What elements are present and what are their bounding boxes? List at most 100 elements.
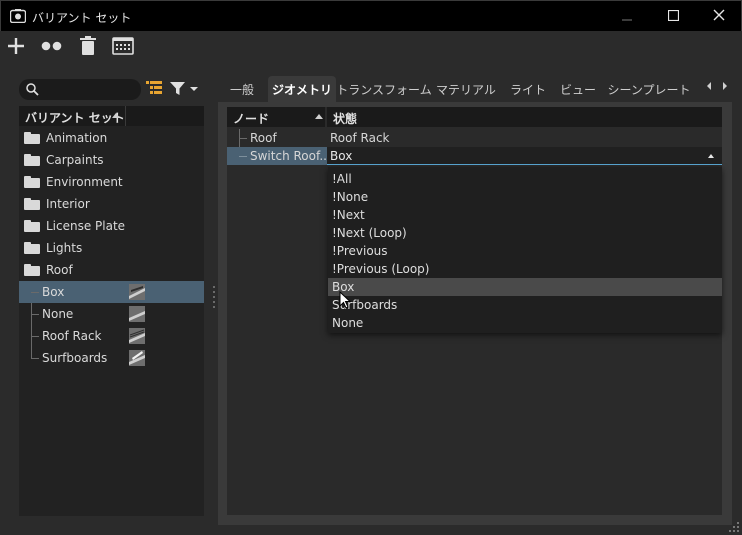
tree-item-label: Interior (46, 197, 90, 211)
tree-view-toggle-icon[interactable] (146, 81, 162, 96)
dropdown-option[interactable]: !Next (Loop) (328, 224, 722, 242)
folder-icon (24, 132, 40, 144)
tree-item-license-plate[interactable]: License Plate (19, 215, 204, 237)
tree-item-label: Box (42, 285, 65, 299)
dropdown-option[interactable]: None (328, 314, 722, 332)
tab-general[interactable]: 一般 (224, 76, 260, 102)
dropdown-option[interactable]: Surfboards (328, 296, 722, 314)
dropdown-option-label: !All (332, 172, 352, 186)
node-cell: Roof (250, 131, 277, 145)
tab-material[interactable]: マテリアル (434, 76, 498, 102)
variant-tree: バリアント セット Animation Carpaints Environmen… (19, 106, 204, 516)
sort-ascending-icon (315, 114, 323, 119)
variant-set-panel: バリアント セット Animation Carpaints Environmen… (17, 76, 204, 516)
chevron-up-icon (708, 154, 714, 158)
variant-set-app-icon (9, 9, 27, 24)
state-dropdown-list: !All !None !Next !Next (Loop) !Previous … (328, 167, 722, 333)
table-row[interactable]: Roof Roof Rack (227, 129, 722, 147)
tree-item-carpaints[interactable]: Carpaints (19, 149, 204, 171)
tree-item-roof-rack[interactable]: Roof Rack (19, 325, 204, 347)
folder-icon (24, 220, 40, 232)
delete-button[interactable] (75, 35, 101, 59)
minimize-icon (622, 10, 632, 24)
tab-scene-plate[interactable]: シーンプレート (607, 76, 690, 102)
tree-branch-line (31, 314, 39, 315)
dropdown-option-label: None (332, 316, 364, 330)
tree-item-box[interactable]: Box (19, 281, 204, 303)
tree-item-surfboards[interactable]: Surfboards (19, 347, 204, 369)
folder-icon (24, 242, 40, 254)
state-select[interactable]: Box (327, 147, 722, 165)
column-header-label: 状態 (333, 112, 358, 126)
mouse-cursor-icon (339, 290, 352, 309)
tree-branch-line (31, 336, 39, 337)
variant-thumbnail-icon (129, 306, 145, 322)
tree-item-label: Carpaints (46, 153, 104, 167)
tree-item-none[interactable]: None (19, 303, 204, 325)
tree-item-lights[interactable]: Lights (19, 237, 204, 259)
tree-item-label: Surfboards (42, 351, 108, 365)
tab-light[interactable]: ライト (508, 76, 548, 102)
variant-thumbnail-icon (129, 328, 145, 344)
sort-ascending-icon (112, 113, 120, 118)
dropdown-option-label: !Next (332, 208, 365, 222)
calendar-grid-button[interactable] (110, 35, 136, 59)
tree-item-environment[interactable]: Environment (19, 171, 204, 193)
dropdown-option[interactable]: !All (328, 170, 722, 188)
tab-view[interactable]: ビュー (558, 76, 598, 102)
tree-item-label: Lights (46, 241, 83, 255)
tree-item-roof[interactable]: Roof (19, 259, 204, 281)
variant-thumbnail-icon (129, 350, 145, 366)
maximize-icon (667, 9, 679, 24)
dropdown-option[interactable]: !None (328, 188, 722, 206)
close-button[interactable] (696, 1, 742, 32)
column-header-state[interactable]: 状態 (327, 107, 722, 127)
search-icon (26, 83, 39, 96)
dropdown-option-label: !Next (Loop) (332, 226, 407, 240)
tab-transform[interactable]: トランスフォーム (336, 76, 431, 102)
filter-icon[interactable] (170, 81, 200, 96)
tree-item-label: Roof (46, 263, 73, 277)
tree-branch-line (239, 138, 247, 139)
dropdown-option[interactable]: !Previous (Loop) (328, 260, 722, 278)
maximize-button[interactable] (650, 1, 696, 32)
window-title: バリアント セット (32, 11, 132, 25)
dropdown-option-label: !Previous (Loop) (332, 262, 430, 276)
panel-splitter[interactable] (213, 286, 216, 308)
resize-grip-icon[interactable] (728, 521, 740, 533)
tree-column-header[interactable]: バリアント セット (19, 106, 204, 126)
tree-branch-line (31, 358, 39, 359)
close-icon (713, 9, 725, 24)
dropdown-option-label: !None (332, 190, 369, 204)
variant-thumbnail-icon (129, 284, 145, 300)
dropdown-option[interactable]: !Next (328, 206, 722, 224)
tree-item-animation[interactable]: Animation (19, 127, 204, 149)
calendar-grid-icon (112, 36, 134, 58)
trash-icon (80, 36, 96, 58)
dropdown-option[interactable]: !Previous (328, 242, 722, 260)
tree-item-label: None (42, 307, 74, 321)
dropdown-option-label: !Previous (332, 244, 388, 258)
minimize-button[interactable] (604, 1, 650, 32)
dropdown-option-hovered[interactable]: Box (328, 278, 722, 296)
folder-icon (24, 176, 40, 188)
toolbar (0, 31, 742, 63)
column-separator (125, 106, 126, 126)
tab-scroll-arrows-icon[interactable] (706, 80, 736, 92)
tree-branch-line (239, 156, 247, 157)
tab-bar: 一般 ジオメトリ トランスフォーム マテリアル ライト ビュー シーンプレート (218, 70, 742, 102)
search-input[interactable] (19, 79, 141, 100)
folder-icon (24, 154, 40, 166)
tab-geometry[interactable]: ジオメトリ (268, 76, 336, 102)
tree-item-label: Roof Rack (42, 329, 102, 343)
add-variant-button[interactable] (3, 35, 29, 59)
variant-dots-button[interactable] (39, 35, 65, 59)
table-row[interactable]: Switch Roof... (227, 147, 331, 165)
add-icon (7, 37, 25, 58)
column-header-node[interactable]: ノード (227, 107, 325, 127)
folder-icon (24, 198, 40, 210)
title-bar: バリアント セット (0, 0, 742, 31)
dots-icon (41, 40, 63, 54)
tree-item-interior[interactable]: Interior (19, 193, 204, 215)
state-cell: Roof Rack (330, 131, 390, 145)
